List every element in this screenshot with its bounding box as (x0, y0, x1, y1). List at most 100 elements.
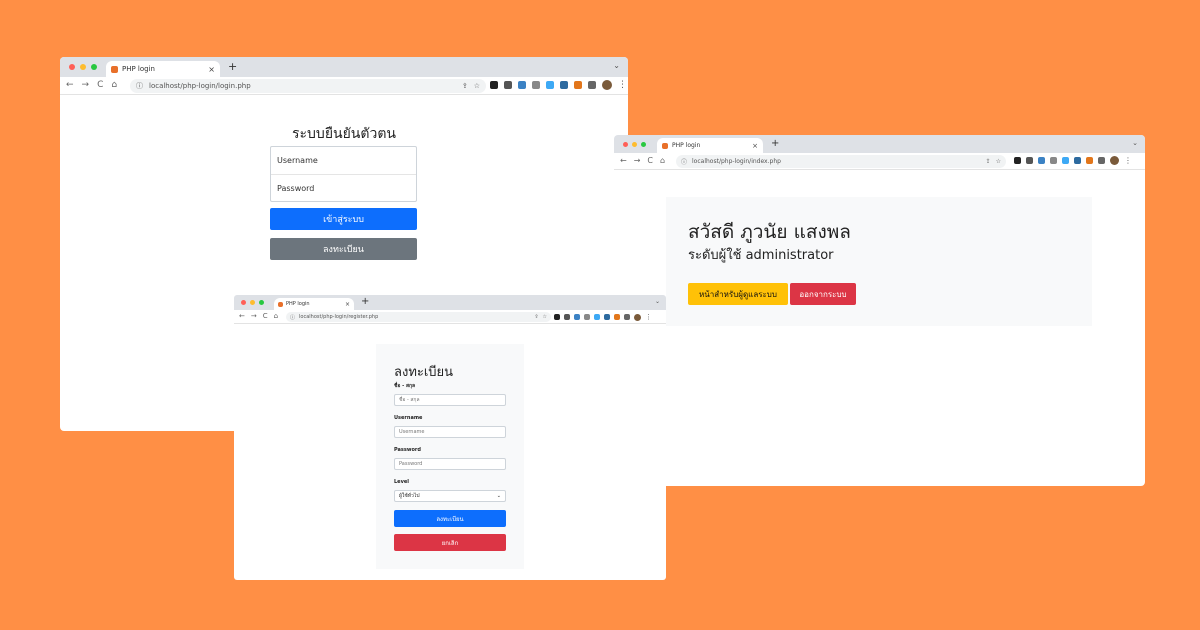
profile-avatar[interactable] (634, 313, 641, 321)
tab-strip: PHP login × + ⌄ (60, 57, 628, 77)
address-bar[interactable]: ⓘ localhost/php-login/index.php ⇪ ☆ (676, 155, 1006, 168)
browser-tab[interactable]: PHP login × (657, 138, 763, 153)
register-submit-button[interactable]: ลงทะเบียน (394, 510, 506, 527)
profile-avatar[interactable] (602, 80, 612, 90)
level-selected-value: ผู้ใช้ทั่วไป (399, 493, 420, 499)
home-icon[interactable]: ⌂ (111, 80, 117, 90)
register-card: ลงทะเบียน ชื่อ - สกุล ชื่อ - สกุล Userna… (376, 344, 524, 569)
mail-extension-icon[interactable] (504, 81, 512, 89)
close-tab-icon[interactable]: × (345, 301, 350, 308)
mail-extension-icon[interactable] (1026, 157, 1033, 164)
bookmark-star-icon[interactable]: ☆ (996, 158, 1001, 165)
reload-icon[interactable]: C (647, 156, 653, 165)
profile-avatar[interactable] (1110, 156, 1119, 165)
back-icon[interactable]: ← (239, 312, 245, 320)
cancel-button[interactable]: ยกเลิก (394, 534, 506, 551)
extension-icon[interactable] (574, 314, 580, 320)
admin-page-button[interactable]: หน้าสำหรับผู้ดูแลระบบ (688, 283, 788, 305)
extension-icon[interactable] (554, 314, 560, 320)
password-input[interactable]: Password (271, 174, 416, 201)
mail-extension-icon[interactable] (564, 314, 570, 320)
browser-menu-icon[interactable]: ⋮ (645, 313, 652, 321)
maximize-window-button[interactable] (641, 142, 646, 147)
minimize-window-button[interactable] (80, 64, 86, 70)
site-info-icon[interactable]: ⓘ (681, 157, 687, 166)
login-button[interactable]: เข้าสู่ระบบ (270, 208, 417, 230)
puzzle-extensions-icon[interactable] (624, 314, 630, 320)
tab-search-icon[interactable]: ⌄ (655, 298, 660, 305)
close-window-button[interactable] (623, 142, 628, 147)
password-label: Password (394, 447, 421, 453)
maximize-window-button[interactable] (259, 300, 264, 305)
welcome-panel: สวัสดี ภูวนัย แสงพล ระดับผู้ใช้ administ… (666, 197, 1092, 326)
bookmark-star-icon[interactable]: ☆ (474, 82, 480, 90)
reload-icon[interactable]: C (263, 312, 268, 320)
register-button[interactable]: ลงทะเบียน (270, 238, 417, 260)
site-info-icon[interactable]: ⓘ (290, 314, 295, 321)
fullname-label: ชื่อ - สกุล (394, 383, 416, 389)
reload-icon[interactable]: C (97, 80, 103, 90)
share-icon[interactable]: ⇪ (462, 82, 468, 90)
home-icon[interactable]: ⌂ (274, 312, 278, 320)
extension-icon[interactable] (1038, 157, 1045, 164)
extension-icon[interactable] (604, 314, 610, 320)
username-input[interactable]: Username (271, 147, 416, 174)
tab-title: PHP login (286, 301, 310, 307)
close-tab-icon[interactable]: × (208, 65, 215, 74)
extension-icon[interactable] (546, 81, 554, 89)
tab-strip: PHP login × + ⌄ (614, 135, 1145, 153)
camera-extension-icon[interactable] (584, 314, 590, 320)
address-bar[interactable]: ⓘ localhost/php-login/login.php ⇪ ☆ (130, 79, 486, 93)
address-bar[interactable]: ⓘ localhost/php-login/register.php ⇪ ☆ (286, 312, 551, 322)
puzzle-extensions-icon[interactable] (1098, 157, 1105, 164)
forward-icon[interactable]: → (82, 80, 90, 90)
home-icon[interactable]: ⌂ (660, 156, 665, 165)
extension-icon[interactable] (1014, 157, 1021, 164)
login-form: Username Password (270, 146, 417, 202)
tab-search-icon[interactable]: ⌄ (613, 61, 620, 70)
puzzle-extensions-icon[interactable] (588, 81, 596, 89)
forward-icon[interactable]: → (634, 156, 641, 165)
url-text: localhost/php-login/register.php (299, 314, 379, 320)
new-tab-icon[interactable]: + (228, 60, 237, 73)
extension-icon[interactable] (594, 314, 600, 320)
minimize-window-button[interactable] (250, 300, 255, 305)
minimize-window-button[interactable] (632, 142, 637, 147)
back-icon[interactable]: ← (620, 156, 627, 165)
browser-menu-icon[interactable]: ⋮ (1124, 156, 1132, 165)
favicon-icon (111, 65, 118, 73)
extension-icon[interactable] (1074, 157, 1081, 164)
extension-icon[interactable] (518, 81, 526, 89)
maximize-window-button[interactable] (91, 64, 97, 70)
fox-extension-icon[interactable] (614, 314, 620, 320)
extension-icon[interactable] (1062, 157, 1069, 164)
logout-button[interactable]: ออกจากระบบ (790, 283, 856, 305)
camera-extension-icon[interactable] (1050, 157, 1057, 164)
fox-extension-icon[interactable] (574, 81, 582, 89)
close-window-button[interactable] (241, 300, 246, 305)
share-icon[interactable]: ⇪ (986, 158, 991, 165)
forward-icon[interactable]: → (251, 312, 257, 320)
register-browser-window: PHP login × + ⌄ ← → C ⌂ ⓘ localhost/php-… (234, 295, 666, 580)
browser-menu-icon[interactable]: ⋮ (618, 80, 627, 90)
new-tab-icon[interactable]: + (361, 296, 369, 307)
bookmark-star-icon[interactable]: ☆ (543, 314, 547, 320)
close-tab-icon[interactable]: × (752, 142, 758, 150)
back-icon[interactable]: ← (66, 80, 74, 90)
fox-extension-icon[interactable] (1086, 157, 1093, 164)
fullname-input[interactable]: ชื่อ - สกุล (394, 394, 506, 406)
close-window-button[interactable] (69, 64, 75, 70)
browser-toolbar: ← → C ⌂ ⓘ localhost/php-login/login.php … (60, 77, 628, 95)
site-info-icon[interactable]: ⓘ (136, 81, 143, 91)
extension-icon[interactable] (490, 81, 498, 89)
username-input[interactable]: Username (394, 426, 506, 438)
tab-search-icon[interactable]: ⌄ (1132, 139, 1138, 147)
share-icon[interactable]: ⇪ (534, 314, 538, 320)
extension-icon[interactable] (560, 81, 568, 89)
browser-tab[interactable]: PHP login × (106, 61, 220, 77)
level-select[interactable]: ผู้ใช้ทั่วไป ⌄ (394, 490, 506, 502)
new-tab-icon[interactable]: + (771, 138, 779, 149)
camera-extension-icon[interactable] (532, 81, 540, 89)
password-input[interactable]: Password (394, 458, 506, 470)
browser-tab[interactable]: PHP login × (274, 298, 354, 310)
